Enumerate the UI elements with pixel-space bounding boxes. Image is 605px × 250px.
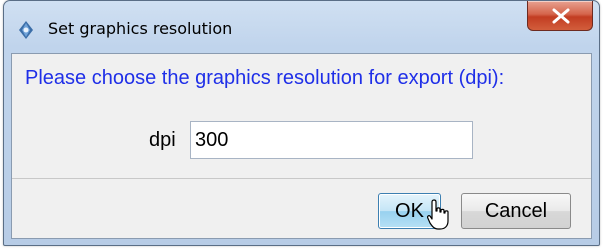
close-button[interactable]	[527, 1, 593, 31]
prompt-text: Please choose the graphics resolution fo…	[25, 67, 505, 89]
ok-button[interactable]: OK	[378, 193, 441, 229]
window-title: Set graphics resolution	[48, 19, 233, 38]
close-icon	[552, 8, 570, 24]
dpi-label: dpi	[149, 129, 176, 151]
title-bar[interactable]: Set graphics resolution	[4, 1, 599, 53]
java-app-icon	[16, 20, 36, 40]
dpi-input[interactable]	[190, 121, 473, 159]
cancel-button[interactable]: Cancel	[461, 193, 571, 229]
dialog-window: Set graphics resolution Please choose th…	[3, 0, 600, 246]
dialog-content: Please choose the graphics resolution fo…	[11, 53, 592, 239]
separator	[12, 178, 591, 179]
